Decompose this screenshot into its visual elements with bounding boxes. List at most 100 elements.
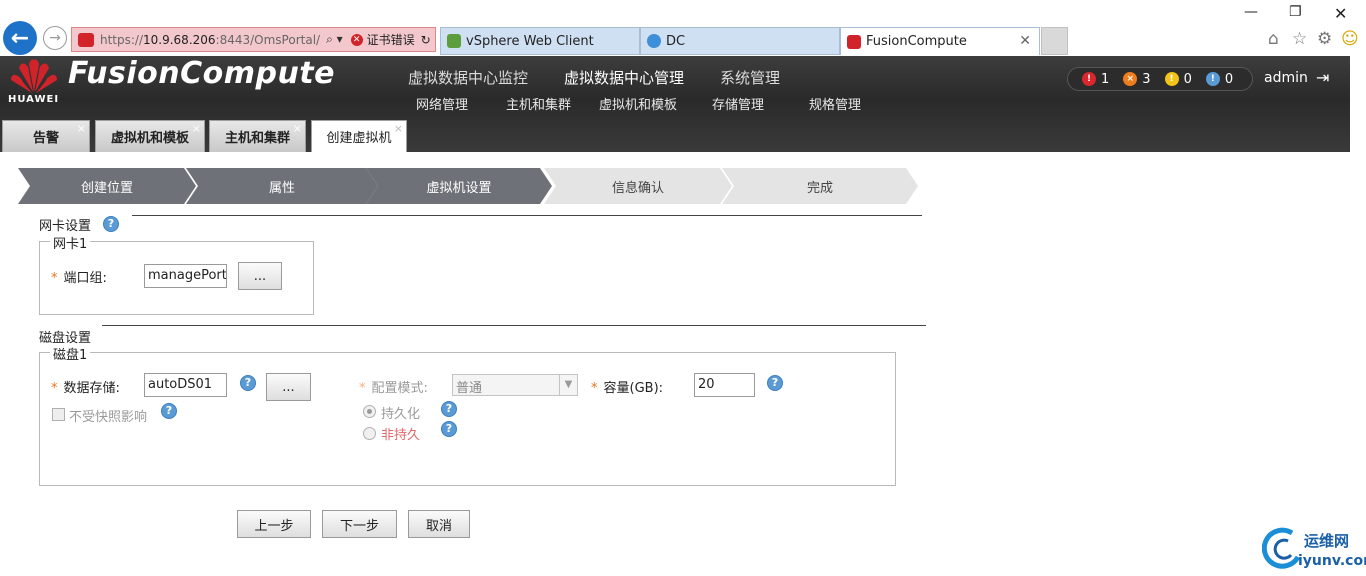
page-tab-label: 创建虚拟机: [326, 131, 392, 146]
step-label: 虚拟机设置: [426, 180, 492, 196]
restore-icon[interactable]: ❐: [1289, 4, 1302, 20]
minimize-icon[interactable]: —: [1244, 4, 1258, 20]
page-tab-create-vm[interactable]: 创建虚拟机 ×: [311, 120, 407, 152]
prev-button[interactable]: 上一步: [237, 510, 311, 538]
huawei-icon: [847, 34, 861, 49]
sub-nav-hosts-clusters[interactable]: 主机和集群: [506, 94, 599, 113]
alarm-major[interactable]: × 3: [1123, 71, 1151, 87]
nic-section-divider: [132, 215, 922, 216]
snapshot-exempt-label: 不受快照影响: [69, 410, 148, 425]
alarm-count: 1: [1101, 71, 1110, 87]
browser-tab-vsphere[interactable]: vSphere Web Client: [440, 27, 640, 55]
datastore-browse-button[interactable]: ...: [266, 373, 311, 401]
url-scheme: https://: [100, 32, 144, 47]
persistent-radio: [363, 405, 376, 418]
url-path: :8443/OmsPortal/: [215, 32, 321, 47]
close-tab-icon[interactable]: ×: [77, 122, 86, 135]
help-icon[interactable]: ?: [441, 421, 457, 437]
step-label: 创建位置: [80, 180, 133, 196]
new-tab-button[interactable]: [1041, 27, 1068, 55]
gear-icon[interactable]: ⚙: [1317, 29, 1332, 49]
next-button[interactable]: 下一步: [322, 510, 397, 538]
close-tab-icon[interactable]: ×: [293, 122, 302, 135]
alarm-critical-icon: !: [1082, 72, 1096, 86]
sub-nav-vms-templates[interactable]: 虚拟机和模板: [599, 94, 712, 113]
alarm-info[interactable]: ! 0: [1205, 71, 1234, 87]
logout-icon[interactable]: ⇥: [1316, 68, 1329, 87]
alarm-info-icon: !: [1205, 72, 1220, 86]
page-tab-label: 虚拟机和模板: [110, 131, 189, 146]
close-tab-icon[interactable]: ✕: [1019, 33, 1031, 49]
address-bar[interactable]: https://10.9.68.206:8443/OmsPortal/ ⌕ ▾ …: [71, 27, 436, 52]
config-mode-value: 普通: [456, 381, 483, 396]
forward-button[interactable]: →: [43, 26, 67, 50]
persistent-label: 持久化: [381, 407, 421, 422]
arrow-right-icon: →: [49, 30, 61, 46]
step-finish: 完成: [722, 168, 918, 204]
close-tab-icon[interactable]: ×: [192, 122, 201, 135]
back-button[interactable]: ←: [3, 21, 37, 55]
page-tab-label: 告警: [32, 131, 59, 146]
disk1-legend: 磁盘1: [50, 344, 91, 363]
nic1-legend: 网卡1: [50, 233, 91, 252]
browser-tab-dc[interactable]: DC: [640, 27, 840, 55]
datastore-input[interactable]: autoDS01: [144, 373, 227, 397]
snapshot-exempt-checkbox: [52, 408, 65, 421]
vsphere-icon: [447, 34, 461, 48]
smiley-icon[interactable]: ☺: [1341, 29, 1359, 49]
user-name[interactable]: admin: [1264, 70, 1308, 86]
port-group-browse-button[interactable]: ...: [238, 262, 282, 290]
help-icon[interactable]: ?: [240, 375, 256, 391]
step-properties: 属性: [186, 168, 378, 204]
favorites-star-icon[interactable]: ☆: [1292, 29, 1307, 49]
huawei-favicon-icon: [78, 32, 94, 47]
capacity-input[interactable]: 20: [694, 373, 755, 397]
help-icon[interactable]: ?: [767, 375, 783, 391]
alarm-minor[interactable]: ! 0: [1164, 72, 1192, 87]
step-label: 信息确认: [611, 180, 664, 196]
close-tab-icon[interactable]: ×: [394, 122, 403, 135]
search-dropdown-icon[interactable]: ⌕ ▾: [326, 32, 343, 47]
config-mode-label-text: 配置模式:: [371, 381, 428, 396]
arrow-left-icon: ←: [10, 25, 30, 51]
wizard-steps: 创建位置 属性 虚拟机设置 信息确认 完成: [18, 168, 918, 204]
chevron-down-icon: ▼: [559, 375, 577, 395]
scrollbar[interactable]: [1350, 56, 1366, 526]
browser-tab-fusioncompute[interactable]: FusionCompute ✕: [840, 27, 1040, 55]
alarm-summary[interactable]: ! 1 × 3 ! 0 ! 0: [1067, 67, 1253, 91]
cert-error-label[interactable]: 证书错误: [367, 31, 415, 48]
alarm-count: 3: [1142, 71, 1151, 87]
top-nav-system[interactable]: 系统管理: [720, 67, 780, 88]
sub-nav: 网络管理 主机和集群 虚拟机和模板 存储管理 规格管理: [416, 94, 861, 113]
page-tab-label: 主机和集群: [224, 131, 290, 146]
alarm-count: 0: [1224, 71, 1234, 87]
cancel-button[interactable]: 取消: [408, 510, 470, 538]
sub-nav-network[interactable]: 网络管理: [416, 94, 506, 113]
help-icon[interactable]: ?: [103, 216, 119, 232]
sub-nav-specs[interactable]: 规格管理: [809, 94, 861, 113]
top-nav-management[interactable]: 虚拟数据中心管理: [564, 67, 684, 88]
disk-section-divider: [102, 325, 926, 326]
page-tab-hosts-clusters[interactable]: 主机和集群 ×: [209, 120, 306, 152]
capacity-label-text: 容量(GB):: [603, 381, 664, 396]
window-close-icon[interactable]: ✕: [1334, 4, 1347, 23]
nonpersistent-label: 非持久: [381, 428, 421, 443]
refresh-icon[interactable]: ↻: [421, 33, 431, 47]
port-group-input[interactable]: managePortgroup: [144, 264, 227, 288]
alarm-minor-icon: !: [1164, 72, 1179, 86]
huawei-logo-icon: [11, 59, 57, 93]
top-nav-monitor[interactable]: 虚拟数据中心监控: [408, 67, 528, 88]
page-tab-vms-templates[interactable]: 虚拟机和模板 ×: [95, 120, 205, 152]
required-mark: *: [591, 381, 598, 396]
datastore-label: * 数据存储:: [51, 377, 120, 396]
top-nav: 虚拟数据中心监控 虚拟数据中心管理 系统管理: [408, 67, 816, 88]
home-icon[interactable]: ⌂: [1268, 29, 1279, 49]
sub-nav-storage[interactable]: 存储管理: [712, 94, 809, 113]
config-mode-select: 普通 ▼: [452, 374, 578, 396]
browser-tab-label: FusionCompute: [866, 34, 967, 49]
url-host: 10.9.68.206: [143, 32, 216, 47]
alarm-critical[interactable]: ! 1: [1082, 72, 1109, 87]
help-icon[interactable]: ?: [441, 401, 457, 417]
help-icon[interactable]: ?: [161, 403, 177, 419]
page-tab-alarms[interactable]: 告警 ×: [2, 120, 90, 152]
